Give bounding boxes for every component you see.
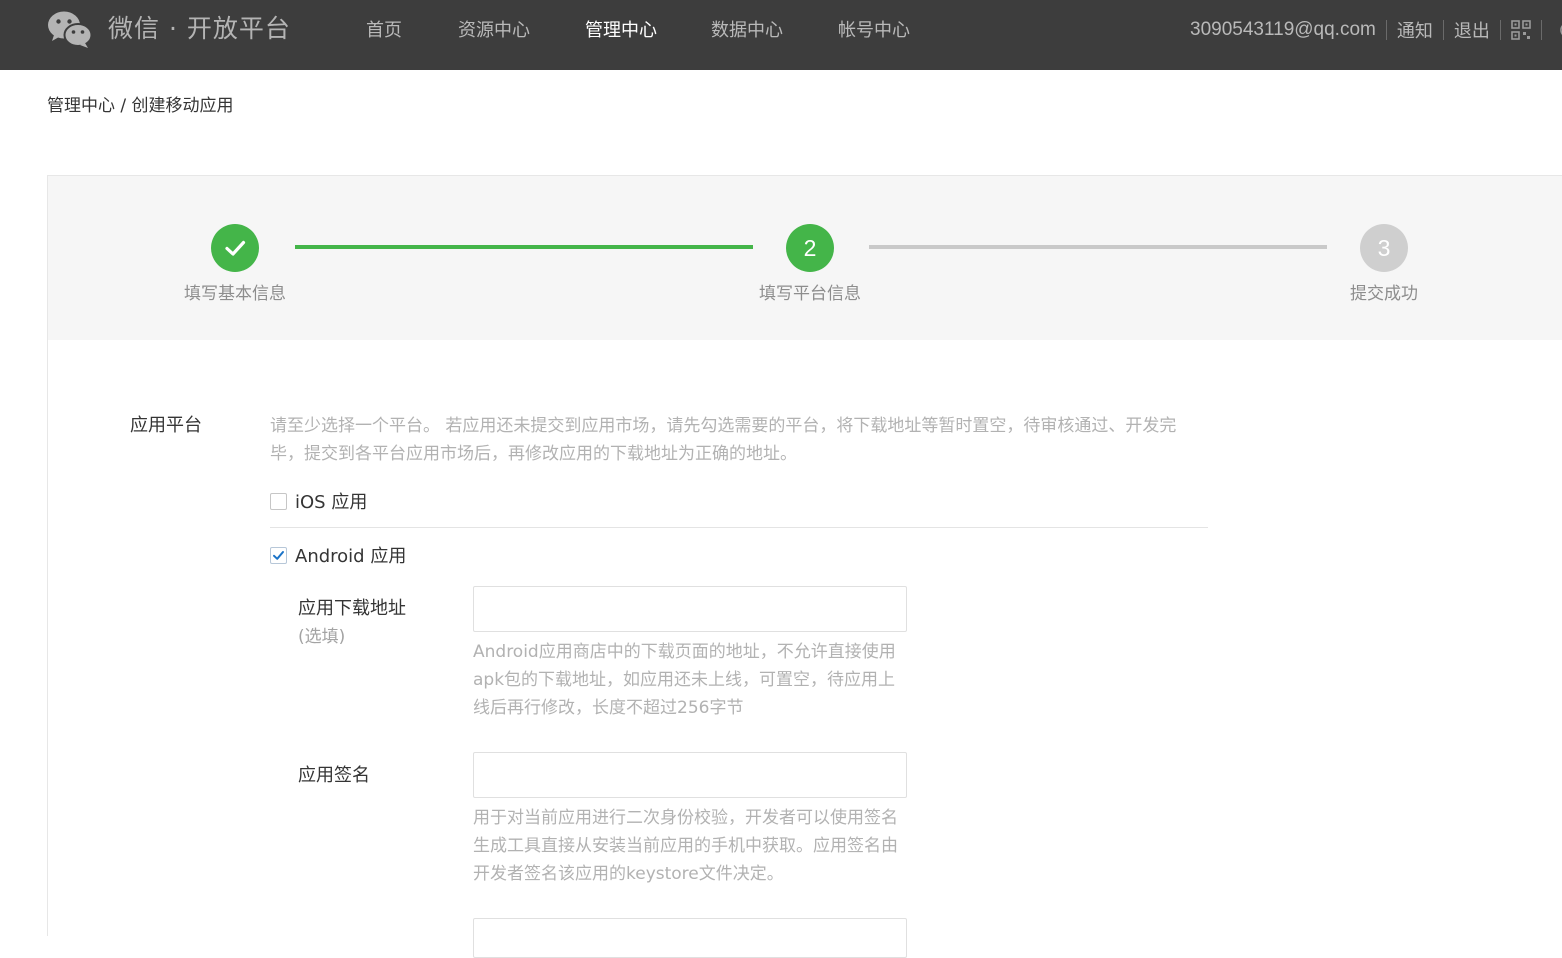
signature-label: 应用签名: [298, 765, 370, 786]
nav-account-center[interactable]: 帐号中心: [838, 18, 910, 44]
step-1-circle: [211, 224, 259, 272]
nav-home[interactable]: 首页: [366, 18, 402, 44]
signature-hint: 用于对当前应用进行二次身份校验，开发者可以使用签名生成工具直接从安装当前应用的手…: [473, 808, 898, 884]
breadcrumb-separator: /: [115, 96, 132, 116]
ios-checkbox-row[interactable]: iOS 应用: [270, 488, 367, 514]
step-2-label: 填写平台信息: [759, 284, 861, 304]
download-url-hint: Android应用商店中的下载页面的地址，不允许直接使用apk包的下载地址，如应…: [473, 642, 896, 718]
step-1-label: 填写基本信息: [184, 284, 286, 304]
step-3-circle: 3: [1360, 224, 1408, 272]
nav-resource-center[interactable]: 资源中心: [458, 18, 530, 44]
checkmark-icon: [225, 240, 246, 256]
top-nav-bar: 微信 · 开放平台 首页 资源中心 管理中心 数据中心 帐号中心 3090543…: [0, 0, 1562, 70]
platform-hint: 请至少选择一个平台。 若应用还未提交到应用市场，请先勾选需要的平台，将下载地址等…: [270, 416, 1177, 464]
notify-link[interactable]: 通知: [1397, 17, 1433, 43]
breadcrumb: 管理中心 / 创建移动应用: [47, 94, 234, 118]
signature-input[interactable]: [473, 752, 907, 798]
android-checkbox-row[interactable]: Android 应用: [270, 542, 406, 568]
step-connector-1: [295, 245, 753, 249]
check-icon: [273, 550, 284, 560]
platform-divider: [270, 527, 1208, 528]
step-2-circle: 2: [786, 224, 834, 272]
qr-code-icon[interactable]: [1511, 20, 1531, 40]
download-url-label: 应用下载地址: [298, 598, 406, 619]
separator: [1540, 20, 1542, 40]
step-3-label: 提交成功: [1350, 284, 1418, 304]
android-checkbox[interactable]: [270, 546, 287, 564]
download-url-optional: (选填): [298, 627, 346, 647]
user-email[interactable]: 3090543119@qq.com: [1190, 19, 1376, 41]
ios-checkbox-label[interactable]: iOS 应用: [295, 488, 367, 514]
user-area: 3090543119@qq.com 通知 退出: [1190, 15, 1562, 45]
android-checkbox-label[interactable]: Android 应用: [295, 542, 406, 568]
ios-checkbox[interactable]: [270, 492, 287, 510]
breadcrumb-parent[interactable]: 管理中心: [47, 96, 115, 116]
brand-title[interactable]: 微信 · 开放平台: [108, 12, 291, 46]
next-field-input[interactable]: [473, 918, 907, 958]
globe-icon[interactable]: [1558, 20, 1562, 40]
download-url-input[interactable]: [473, 586, 907, 632]
separator: [1499, 20, 1501, 40]
separator: [1442, 20, 1444, 40]
create-app-panel: 填写基本信息 2 填写平台信息 3 提交成功 应用平台 请至少选择一个平台。 若…: [47, 175, 1562, 958]
step-connector-2: [869, 245, 1327, 249]
logout-link[interactable]: 退出: [1454, 17, 1490, 43]
wechat-logo-icon[interactable]: [47, 10, 93, 48]
breadcrumb-current: 创建移动应用: [131, 96, 234, 116]
nav-management-center[interactable]: 管理中心: [585, 18, 657, 44]
platform-label: 应用平台: [130, 415, 202, 436]
step-indicator: 填写基本信息 2 填写平台信息 3 提交成功: [48, 176, 1562, 340]
nav-data-center[interactable]: 数据中心: [711, 18, 783, 44]
separator: [1385, 20, 1387, 40]
